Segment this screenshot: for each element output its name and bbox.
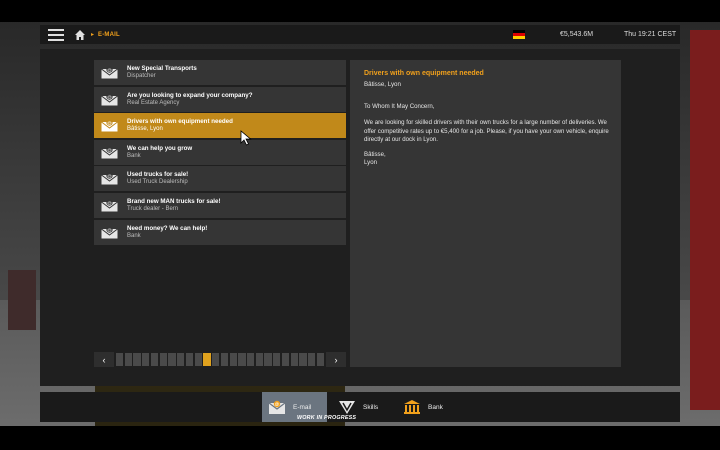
breadcrumb-separator-icon: ▸ (91, 32, 95, 38)
page-tick[interactable] (255, 353, 263, 366)
page-tick[interactable] (299, 353, 307, 366)
page-tick[interactable] (264, 353, 272, 366)
page-tick[interactable] (177, 353, 185, 366)
page-tick[interactable] (290, 353, 298, 366)
next-page-button[interactable]: › (326, 352, 346, 367)
envelope-icon: @ (101, 146, 118, 159)
svg-text:@: @ (275, 402, 280, 407)
page-tick[interactable] (212, 353, 220, 366)
home-icon[interactable] (74, 29, 86, 41)
money-balance: €5,543.6M (560, 31, 594, 38)
detail-sender: Bâtisse, Lyon (364, 81, 401, 88)
svg-text:@: @ (107, 147, 112, 152)
tab-email-label: E-mail (293, 403, 312, 411)
prev-page-button[interactable]: ‹ (94, 352, 114, 367)
work-in-progress-label: WORK IN PROGRESS (297, 415, 357, 421)
email-list-item[interactable]: @ Need money? We can help! Bank (94, 219, 346, 245)
email-sender: Bâtisse, Lyon (127, 126, 163, 133)
bank-icon (404, 400, 420, 414)
email-list-item[interactable]: @ We can help you grow Bank (94, 139, 346, 165)
tab-skills-label: Skills (363, 403, 379, 411)
svg-text:@: @ (107, 121, 112, 126)
email-sender: Used Truck Dealership (127, 179, 188, 186)
detail-subject: Drivers with own equipment needed (364, 70, 484, 77)
detail-signature-name: Bâtisse, (364, 151, 386, 158)
svg-text:@: @ (107, 94, 112, 99)
detail-signature-city: Lyon (364, 159, 377, 166)
email-list-item[interactable]: @ Are you looking to expand your company?… (94, 86, 346, 112)
email-panel: @ New Special Transports Dispatcher @ Are yo… (40, 49, 680, 386)
page-tick[interactable] (194, 353, 202, 366)
top-bar: ▸ E-MAIL €5,543.6M Thu 19:21 CEST (40, 25, 680, 44)
mouse-cursor-icon (240, 130, 252, 146)
tool-rack (8, 270, 36, 330)
email-sender: Bank (127, 152, 141, 159)
email-sender: Bank (127, 232, 141, 239)
page-tick[interactable] (273, 353, 281, 366)
email-subject: Are you looking to expand your company? (127, 91, 253, 99)
email-list-item[interactable]: @ New Special Transports Dispatcher (94, 60, 346, 85)
pagination: ‹ › (94, 352, 346, 367)
page-indicator (114, 353, 326, 366)
page-tick[interactable] (133, 353, 141, 366)
email-subject: New Special Transports (127, 65, 197, 72)
detail-body: We are looking for skilled drivers with … (364, 119, 609, 144)
menu-icon[interactable] (48, 28, 64, 42)
detail-salutation: To Whom It May Concern, (364, 103, 435, 110)
page-tick[interactable] (185, 353, 194, 366)
bottom-nav: @ E-mail Skills Bank (40, 392, 680, 422)
page-tick[interactable] (142, 353, 150, 366)
svg-text:@: @ (107, 67, 112, 72)
envelope-open-icon: @ (101, 119, 118, 132)
page-tick[interactable] (229, 353, 237, 366)
page-tick[interactable] (159, 353, 167, 366)
email-subject: Brand new MAN trucks for sale! (127, 197, 221, 205)
letterbox-top (0, 0, 720, 22)
country-flag-icon (513, 30, 525, 39)
game-clock: Thu 19:21 CEST (624, 31, 677, 38)
svg-text:@: @ (107, 200, 112, 205)
email-list: @ New Special Transports Dispatcher @ Are yo… (94, 60, 346, 246)
page-tick[interactable] (238, 353, 246, 366)
letterbox-bottom (0, 426, 720, 450)
page-tick[interactable] (316, 353, 325, 366)
email-subject: Used trucks for sale! (127, 171, 189, 179)
page-tick[interactable] (168, 353, 176, 366)
skills-icon (339, 401, 355, 414)
breadcrumb[interactable]: E-MAIL (98, 32, 120, 38)
email-sender: Dispatcher (127, 73, 156, 79)
page-tick[interactable] (220, 353, 229, 366)
tab-bank[interactable]: Bank (397, 392, 459, 422)
envelope-icon: @ (101, 66, 118, 79)
garage-pillar (690, 30, 720, 410)
flag-stripe (513, 36, 525, 39)
email-list-item[interactable]: @ Brand new MAN trucks for sale! Truck dea… (94, 192, 346, 218)
email-list-item[interactable]: @ Drivers with own equipment needed Bâtiss… (94, 113, 346, 139)
page-tick[interactable] (281, 353, 290, 366)
email-sender: Real Estate Agency (127, 99, 180, 106)
email-sender: Truck dealer - Bern (127, 205, 179, 212)
tab-bank-label: Bank (428, 403, 443, 411)
email-subject: Need money? We can help! (127, 224, 208, 232)
envelope-icon: @ (101, 199, 118, 212)
envelope-icon: @ (101, 172, 118, 185)
email-subject: We can help you grow (127, 144, 193, 152)
page-tick[interactable] (203, 353, 211, 366)
email-list-item[interactable]: @ Used trucks for sale! Used Truck Dealers… (94, 166, 346, 192)
envelope-icon: @ (101, 226, 118, 239)
svg-text:@: @ (107, 227, 112, 232)
envelope-icon: @ (101, 93, 118, 106)
page-tick[interactable] (116, 353, 124, 366)
email-subject: Drivers with own equipment needed (127, 118, 233, 126)
svg-text:@: @ (107, 174, 112, 179)
email-detail: Drivers with own equipment needed Bâtiss… (350, 60, 621, 367)
page-tick[interactable] (308, 353, 316, 366)
email-icon: @ (268, 400, 286, 414)
page-tick[interactable] (150, 353, 159, 366)
page-tick[interactable] (247, 353, 255, 366)
page-tick[interactable] (124, 353, 132, 366)
